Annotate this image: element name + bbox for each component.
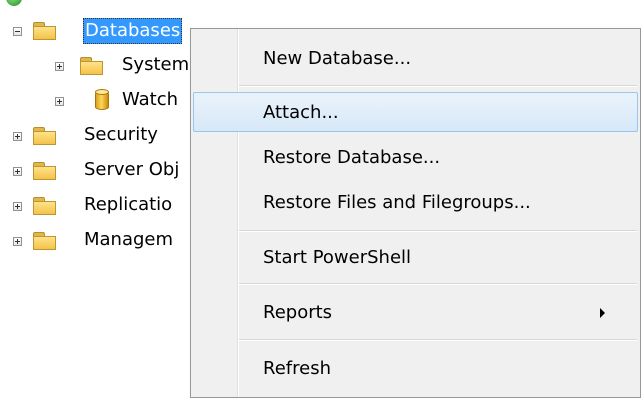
collapse-icon[interactable] [13, 27, 22, 36]
expand-icon[interactable] [55, 62, 64, 71]
menu-item-label: Start PowerShell [263, 247, 412, 268]
menu-separator [239, 339, 637, 341]
database-icon [95, 89, 109, 111]
tree-label-system[interactable]: System [122, 52, 189, 78]
tree-node-server-objects[interactable]: Server Obj [0, 157, 200, 187]
folder-icon [33, 22, 56, 41]
menu-item-restore-database[interactable]: Restore Database... [193, 138, 638, 178]
tree-label-watch[interactable]: Watch [122, 87, 178, 113]
menu-item-label: Attach... [263, 102, 339, 123]
menu-separator [239, 283, 637, 285]
folder-icon [33, 162, 56, 181]
folder-icon [80, 57, 103, 76]
menu-item-label: Restore Database... [263, 147, 441, 168]
context-menu: New Database... Attach... Restore Databa… [190, 28, 641, 398]
object-explorer-tree: Databases System Watch Security Server O… [0, 0, 200, 391]
expand-icon[interactable] [13, 167, 22, 176]
tree-label-server-objects[interactable]: Server Obj [84, 157, 179, 183]
menu-item-start-powershell[interactable]: Start PowerShell [193, 238, 638, 278]
menu-item-label: Refresh [263, 358, 331, 379]
submenu-arrow-icon [600, 308, 605, 318]
menu-item-reports[interactable]: Reports [193, 293, 638, 333]
menu-item-attach[interactable]: Attach... [193, 92, 638, 132]
tree-node-watch[interactable]: Watch [0, 87, 200, 117]
tree-node-databases[interactable]: Databases [0, 18, 200, 48]
tree-node-management[interactable]: Managem [0, 227, 200, 257]
tree-label-databases[interactable]: Databases [83, 18, 183, 44]
tree-label-replication[interactable]: Replicatio [84, 192, 172, 218]
menu-item-new-database[interactable]: New Database... [193, 39, 638, 79]
tree-node-system-databases[interactable]: System [0, 52, 200, 82]
menu-item-label: New Database... [263, 48, 412, 69]
server-icon [6, 0, 22, 6]
tree-label-management[interactable]: Managem [84, 227, 173, 253]
folder-icon [33, 232, 56, 251]
tree-node-replication[interactable]: Replicatio [0, 192, 200, 222]
expand-icon[interactable] [55, 97, 64, 106]
expand-icon[interactable] [13, 237, 22, 246]
menu-item-restore-files[interactable]: Restore Files and Filegroups... [193, 183, 638, 223]
menu-separator [239, 230, 637, 232]
expand-icon[interactable] [13, 132, 22, 141]
menu-separator [239, 85, 637, 87]
folder-icon [33, 197, 56, 216]
tree-label-security[interactable]: Security [84, 122, 158, 148]
menu-item-refresh[interactable]: Refresh [193, 349, 638, 389]
tree-node-security[interactable]: Security [0, 122, 200, 152]
menu-item-label: Restore Files and Filegroups... [263, 192, 531, 213]
expand-icon[interactable] [13, 202, 22, 211]
folder-icon [33, 127, 56, 146]
menu-item-label: Reports [263, 302, 333, 323]
